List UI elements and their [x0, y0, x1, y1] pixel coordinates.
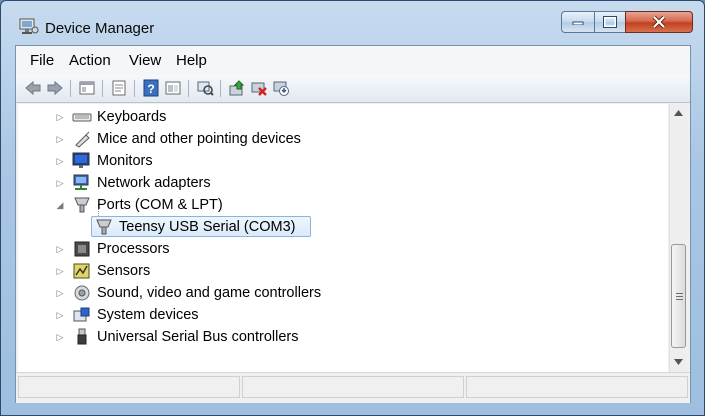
properties-icon[interactable]	[110, 79, 128, 97]
device-manager-icon	[19, 17, 39, 35]
menu-view[interactable]: View	[129, 52, 161, 69]
mouse-icon	[72, 130, 92, 148]
expand-arrow-icon[interactable]: ▷	[55, 245, 65, 254]
tree-node-monitors[interactable]: ▷ Monitors	[18, 150, 658, 172]
maximize-icon	[603, 16, 617, 28]
tree-node-sound-video-game[interactable]: ▷ Sound, video and game controllers	[18, 282, 658, 304]
collapse-arrow-icon[interactable]: ◢	[55, 201, 65, 210]
expand-arrow-icon[interactable]: ▷	[55, 289, 65, 298]
expand-arrow-icon[interactable]: ▷	[55, 311, 65, 320]
processor-icon	[72, 240, 92, 258]
update-driver-icon[interactable]	[228, 79, 246, 97]
tree-node-mice[interactable]: ▷ Mice and other pointing devices	[18, 128, 658, 150]
tree-node-label: Monitors	[97, 153, 153, 169]
uninstall-icon[interactable]	[250, 79, 268, 97]
tree-node-label: Universal Serial Bus controllers	[97, 329, 299, 345]
expand-arrow-icon[interactable]: ▷	[55, 267, 65, 276]
status-pane	[466, 376, 688, 398]
maximize-button[interactable]	[594, 11, 626, 33]
usb-icon	[72, 328, 92, 346]
thumb-grip	[676, 299, 683, 300]
tree-node-label: Sound, video and game controllers	[97, 285, 322, 301]
toolbar-separator	[102, 80, 103, 97]
toolbar-separator	[188, 80, 189, 97]
status-pane	[242, 376, 464, 398]
thumb-grip	[676, 293, 683, 294]
vertical-scrollbar[interactable]	[669, 104, 687, 372]
minimize-icon	[572, 21, 584, 25]
disable-icon[interactable]	[272, 79, 290, 97]
up-level-icon[interactable]	[78, 79, 96, 97]
menu-help[interactable]: Help	[176, 52, 207, 69]
tree-node-label: Processors	[97, 241, 170, 257]
tree-node-sensors[interactable]: ▷ Sensors	[18, 260, 658, 282]
keyboard-icon	[72, 108, 92, 126]
back-icon[interactable]	[24, 79, 42, 97]
monitor-icon	[72, 152, 92, 170]
tree-node-label: Sensors	[97, 263, 151, 279]
window-title: Device Manager	[45, 20, 155, 37]
toolbar: ?	[16, 75, 690, 103]
tree-node-label: Mice and other pointing devices	[97, 131, 301, 147]
system-device-icon	[72, 306, 92, 324]
status-bar	[16, 372, 690, 403]
tree-node-ports[interactable]: ◢ Ports (COM & LPT)	[18, 194, 658, 216]
toolbar-separator	[134, 80, 135, 97]
expand-arrow-icon[interactable]: ▷	[55, 333, 65, 342]
svg-text:?: ?	[147, 82, 154, 96]
device-manager-window: Device Manager File Action View Help ? ▷…	[0, 0, 705, 416]
close-icon	[652, 15, 666, 29]
thumb-grip	[676, 296, 683, 297]
network-adapter-icon	[72, 174, 92, 192]
tree-node-keyboards[interactable]: ▷ Keyboards	[18, 106, 658, 128]
expand-arrow-icon[interactable]: ▷	[55, 135, 65, 144]
speaker-icon	[72, 284, 92, 302]
scroll-down-icon[interactable]	[674, 359, 683, 365]
menu-bar: File Action View Help	[16, 46, 690, 76]
tree-node-label: Ports (COM & LPT)	[97, 197, 223, 213]
menu-file[interactable]: File	[30, 52, 54, 69]
scrollbar-thumb[interactable]	[671, 244, 686, 348]
tree-node-label: System devices	[97, 307, 199, 323]
toolbar-separator	[220, 80, 221, 97]
minimize-button[interactable]	[561, 11, 595, 33]
tree-node-teensy-usb-serial[interactable]: Teensy USB Serial (COM3)	[18, 216, 658, 238]
show-hidden-icon[interactable]	[164, 79, 182, 97]
tree-node-network-adapters[interactable]: ▷ Network adapters	[18, 172, 658, 194]
client-area: File Action View Help ? ▷ Keyboards ▷ Mi…	[15, 45, 691, 403]
menu-action[interactable]: Action	[69, 52, 111, 69]
device-tree[interactable]: ▷ Keyboards ▷ Mice and other pointing de…	[18, 104, 668, 372]
tree-node-label: Keyboards	[97, 109, 167, 125]
forward-icon[interactable]	[46, 79, 64, 97]
scroll-up-icon[interactable]	[674, 110, 683, 116]
close-button[interactable]	[625, 11, 693, 33]
help-icon[interactable]: ?	[142, 79, 160, 97]
tree-node-system-devices[interactable]: ▷ System devices	[18, 304, 658, 326]
sensor-icon	[72, 262, 92, 280]
tree-node-label: Network adapters	[97, 175, 211, 191]
expand-arrow-icon[interactable]: ▷	[55, 179, 65, 188]
tree-node-processors[interactable]: ▷ Processors	[18, 238, 658, 260]
status-pane	[18, 376, 240, 398]
scan-hardware-icon[interactable]	[196, 79, 214, 97]
tree-node-label: Teensy USB Serial (COM3)	[119, 219, 296, 235]
toolbar-separator	[70, 80, 71, 97]
port-icon	[72, 196, 92, 214]
expand-arrow-icon[interactable]: ▷	[55, 113, 65, 122]
tree-node-usb-controllers[interactable]: ▷ Universal Serial Bus controllers	[18, 326, 658, 348]
title-bar[interactable]: Device Manager	[1, 1, 704, 45]
port-icon	[94, 218, 114, 236]
expand-arrow-icon[interactable]: ▷	[55, 157, 65, 166]
